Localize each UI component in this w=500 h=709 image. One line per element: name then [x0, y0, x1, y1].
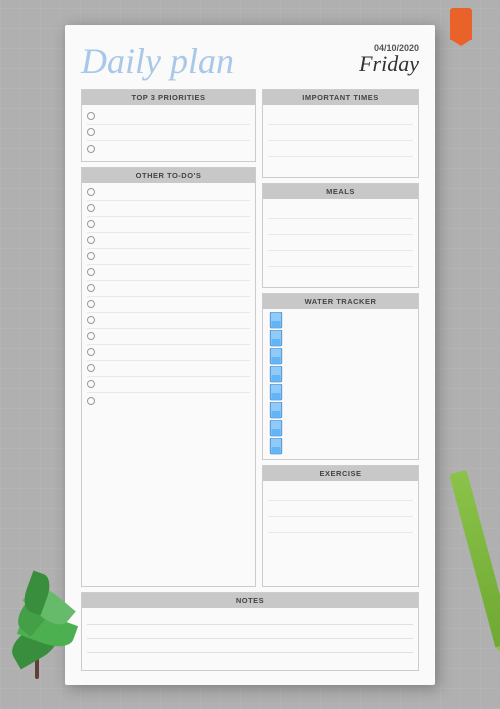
- exercise-body: [263, 481, 418, 553]
- exercise-line-3[interactable]: [268, 517, 413, 533]
- meal-line-3[interactable]: [268, 235, 413, 251]
- todo-row-12[interactable]: [87, 361, 250, 377]
- note-line-1[interactable]: [87, 611, 413, 625]
- notes-header: NOTES: [82, 593, 418, 608]
- todo-row-3[interactable]: [87, 217, 250, 233]
- meal-line-5[interactable]: [268, 267, 413, 283]
- water-cup-5[interactable]: [268, 384, 284, 402]
- exercise-section: EXERCISE: [262, 465, 419, 587]
- priority-row-2[interactable]: [87, 125, 250, 141]
- priorities-body: [82, 105, 255, 161]
- left-column: TOP 3 PRIORITIES OTHER TO-DO'S: [81, 89, 256, 587]
- page-title: Daily plan: [81, 43, 234, 79]
- day-text: Friday: [359, 53, 419, 75]
- meal-line-4[interactable]: [268, 251, 413, 267]
- todos-section: OTHER TO-DO'S: [81, 167, 256, 587]
- sharpener-decoration: [450, 8, 472, 40]
- todo-row-7[interactable]: [87, 281, 250, 297]
- checkbox-2[interactable]: [87, 128, 95, 136]
- water-cup-6[interactable]: [268, 402, 284, 420]
- water-cup-1[interactable]: [268, 312, 284, 330]
- todo-row-8[interactable]: [87, 297, 250, 313]
- exercise-header: EXERCISE: [263, 466, 418, 481]
- water-body: [263, 309, 418, 459]
- meal-line-2[interactable]: [268, 219, 413, 235]
- water-cup-7[interactable]: [268, 420, 284, 438]
- time-row-1[interactable]: [268, 109, 413, 125]
- meals-section: MEALS: [262, 183, 419, 288]
- time-row-4[interactable]: [268, 157, 413, 173]
- times-header: IMPORTANT TIMES: [263, 90, 418, 105]
- right-column: IMPORTANT TIMES MEALS: [262, 89, 419, 587]
- water-cup-4[interactable]: [268, 366, 284, 384]
- meal-line-1[interactable]: [268, 203, 413, 219]
- todo-row-6[interactable]: [87, 265, 250, 281]
- exercise-line-4[interactable]: [268, 533, 413, 549]
- water-header: WATER TRACKER: [263, 294, 418, 309]
- priority-row-1[interactable]: [87, 109, 250, 125]
- todo-row-13[interactable]: [87, 377, 250, 393]
- times-body: [263, 105, 418, 177]
- todo-row-10[interactable]: [87, 329, 250, 345]
- todo-row-14[interactable]: [87, 393, 250, 409]
- water-tracker-section: WATER TRACKER: [262, 293, 419, 460]
- priorities-header: TOP 3 PRIORITIES: [82, 90, 255, 105]
- todo-row-2[interactable]: [87, 201, 250, 217]
- time-row-3[interactable]: [268, 141, 413, 157]
- priorities-section: TOP 3 PRIORITIES: [81, 89, 256, 162]
- meals-header: MEALS: [263, 184, 418, 199]
- exercise-line-1[interactable]: [268, 485, 413, 501]
- paper-header: Daily plan 04/10/2020 Friday: [81, 43, 419, 79]
- note-line-3[interactable]: [87, 639, 413, 653]
- todos-header: OTHER TO-DO'S: [82, 168, 255, 183]
- todo-row-5[interactable]: [87, 249, 250, 265]
- exercise-line-2[interactable]: [268, 501, 413, 517]
- water-cup-8[interactable]: [268, 438, 284, 456]
- water-cup-2[interactable]: [268, 330, 284, 348]
- date-section: 04/10/2020 Friday: [359, 43, 419, 75]
- checkbox-3[interactable]: [87, 145, 95, 153]
- priority-row-3[interactable]: [87, 141, 250, 157]
- water-cup-3[interactable]: [268, 348, 284, 366]
- important-times-section: IMPORTANT TIMES: [262, 89, 419, 178]
- todo-row-4[interactable]: [87, 233, 250, 249]
- todo-row-11[interactable]: [87, 345, 250, 361]
- notes-section: NOTES: [81, 592, 419, 671]
- plant-decoration: [5, 559, 85, 679]
- note-line-2[interactable]: [87, 625, 413, 639]
- daily-planner-paper: Daily plan 04/10/2020 Friday TOP 3 PRIOR…: [65, 25, 435, 685]
- todo-row-1[interactable]: [87, 185, 250, 201]
- meals-body: [263, 199, 418, 287]
- pen-decoration: [449, 470, 500, 649]
- main-content: TOP 3 PRIORITIES OTHER TO-DO'S: [81, 89, 419, 587]
- notes-body: [82, 608, 418, 670]
- note-line-4[interactable]: [87, 653, 413, 667]
- todos-body: [82, 183, 255, 411]
- checkbox-1[interactable]: [87, 112, 95, 120]
- todo-row-9[interactable]: [87, 313, 250, 329]
- time-row-2[interactable]: [268, 125, 413, 141]
